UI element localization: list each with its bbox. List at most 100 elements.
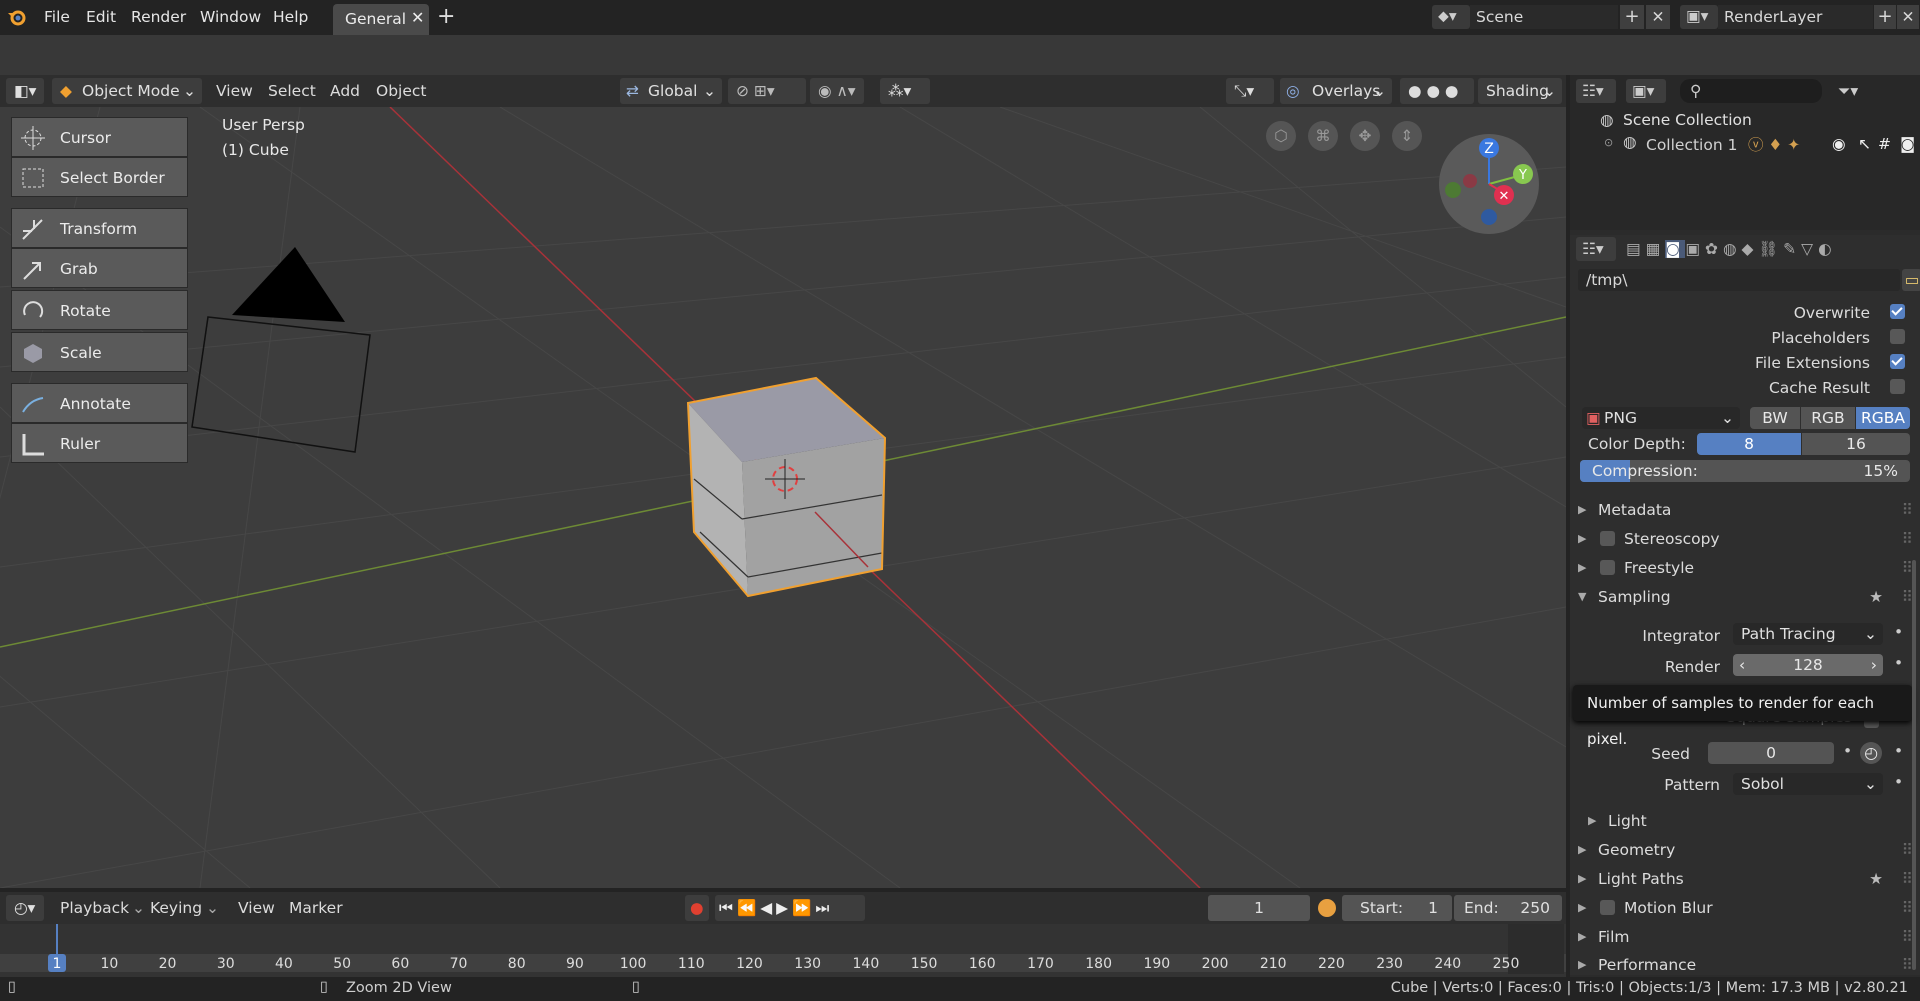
- menu-add[interactable]: Add: [330, 78, 360, 104]
- keyframe-dot-icon[interactable]: •: [1894, 742, 1903, 760]
- tool-rotate[interactable]: Rotate: [11, 290, 188, 330]
- menu-view[interactable]: View: [216, 78, 253, 104]
- start-frame-field[interactable]: Start: 1: [1342, 895, 1452, 921]
- random-seed-clock-icon[interactable]: ◴: [1860, 742, 1882, 764]
- workspace-tab-general[interactable]: General ✕: [333, 4, 429, 35]
- tool-annotate[interactable]: Annotate: [11, 383, 188, 423]
- keyframe-dot-icon[interactable]: •: [1894, 654, 1903, 672]
- perspective-toggle-icon[interactable]: ⌘: [1308, 121, 1338, 151]
- display-mode-icon[interactable]: ▣▾: [1626, 79, 1666, 103]
- expand-icon[interactable]: ⊙: [1604, 136, 1613, 149]
- scene-collection-label[interactable]: Scene Collection: [1623, 111, 1752, 129]
- orientation-dropdown[interactable]: ⇄ Global ⌄: [620, 78, 722, 104]
- menu-keying[interactable]: Keying: [150, 895, 202, 921]
- zoom-view-icon[interactable]: ⇕: [1392, 121, 1422, 151]
- snap-controls[interactable]: ⊘ ⊞▾: [728, 78, 806, 104]
- placeholders-checkbox[interactable]: [1890, 329, 1905, 344]
- remove-renderlayer-icon[interactable]: ✕: [1897, 5, 1919, 29]
- shading-mode-buttons[interactable]: ● ● ●: [1400, 78, 1474, 104]
- menu-render[interactable]: Render: [131, 0, 186, 35]
- section-geometry[interactable]: ▶ Geometry ⠿: [1578, 837, 1913, 863]
- overlays-dropdown[interactable]: ◎ Overlays ⌄: [1280, 78, 1392, 104]
- menu-edit[interactable]: Edit: [86, 0, 116, 35]
- outliner-editor-type-icon[interactable]: ☷▾: [1576, 79, 1616, 103]
- tool-cursor[interactable]: Cursor: [11, 117, 188, 157]
- timeline-editor-type-icon[interactable]: ◴▾: [6, 895, 44, 921]
- tool-ruler[interactable]: Ruler: [11, 423, 188, 463]
- remove-scene-icon[interactable]: ✕: [1646, 5, 1670, 29]
- color-depth-8[interactable]: 8: [1697, 433, 1801, 455]
- menu-select[interactable]: Select: [268, 78, 316, 104]
- menu-playback[interactable]: Playback: [60, 895, 129, 921]
- file-extensions-checkbox[interactable]: [1890, 354, 1905, 369]
- navigation-gizmo[interactable]: Z Y ✕: [1438, 133, 1540, 235]
- playback-controls[interactable]: ⏮⏪◀▶⏩⏭: [715, 895, 865, 921]
- render-samples-field[interactable]: ‹ 128 ›: [1733, 654, 1883, 676]
- editor-type-button[interactable]: ◧▾: [6, 78, 44, 104]
- compression-slider[interactable]: Compression: 15%: [1580, 460, 1910, 482]
- overwrite-checkbox[interactable]: [1890, 304, 1905, 319]
- mode-dropdown[interactable]: ◆ Object Mode ⌄: [52, 78, 202, 104]
- menu-help[interactable]: Help: [273, 0, 308, 35]
- scene-field[interactable]: Scene: [1470, 5, 1618, 29]
- stereoscopy-checkbox[interactable]: [1600, 531, 1615, 546]
- add-renderlayer-icon[interactable]: +: [1874, 5, 1896, 29]
- blender-logo-icon[interactable]: [6, 7, 28, 27]
- scene-selector-button[interactable]: ⬥▾: [1432, 5, 1470, 29]
- seed-field[interactable]: 0: [1708, 742, 1834, 764]
- render-tab-icon[interactable]: ◙: [1665, 240, 1686, 258]
- section-metadata[interactable]: ▶ Metadata ⠿: [1578, 497, 1913, 523]
- record-button[interactable]: ●: [685, 895, 709, 921]
- output-path-field[interactable]: /tmp\: [1578, 269, 1900, 291]
- shading-dropdown[interactable]: Shading ⌄: [1478, 78, 1562, 104]
- collection-label[interactable]: Collection 1: [1646, 136, 1737, 154]
- end-frame-field[interactable]: End: 250: [1454, 895, 1562, 921]
- color-mode-bw[interactable]: BW: [1750, 407, 1800, 429]
- properties-scrollbar[interactable]: [1912, 560, 1916, 970]
- current-frame-field[interactable]: 1: [1208, 895, 1310, 921]
- camera-view-icon[interactable]: ⬡: [1266, 121, 1296, 151]
- motion-blur-checkbox[interactable]: [1600, 900, 1615, 915]
- outliner[interactable]: ☷▾ ▣▾ ⚲ ⏷▾ ◍ Scene Collection ⊙ ◍ Collec…: [1570, 75, 1920, 230]
- section-performance[interactable]: ▶ Performance ⠿: [1578, 952, 1913, 978]
- tool-transform[interactable]: Transform: [11, 208, 188, 248]
- tool-grab[interactable]: Grab: [11, 248, 188, 288]
- color-mode-rgb[interactable]: RGB: [1801, 407, 1855, 429]
- drag-handle-icon[interactable]: ⠿: [1902, 526, 1913, 552]
- preset-star-icon[interactable]: ★: [1869, 584, 1883, 610]
- cache-result-checkbox[interactable]: [1890, 379, 1905, 394]
- decrement-arrow-icon[interactable]: ‹: [1739, 654, 1745, 676]
- freestyle-checkbox[interactable]: [1600, 560, 1615, 575]
- transform-pivot-controls[interactable]: ⁂▾: [880, 78, 930, 104]
- tool-select-border[interactable]: Select Border: [11, 157, 188, 197]
- visibility-eye-icon[interactable]: ◉: [1832, 135, 1846, 153]
- outliner-search-input[interactable]: ⚲: [1680, 79, 1822, 103]
- menu-window[interactable]: Window: [200, 0, 261, 35]
- section-motion-blur[interactable]: ▶ Motion Blur ⠿: [1578, 895, 1913, 921]
- color-depth-16[interactable]: 16: [1802, 433, 1910, 455]
- pattern-dropdown[interactable]: Sobol ⌄: [1733, 773, 1883, 795]
- section-film[interactable]: ▶ Film ⠿: [1578, 924, 1913, 950]
- menu-timeline-view[interactable]: View: [238, 895, 275, 921]
- close-icon[interactable]: ✕: [411, 8, 424, 27]
- pan-view-icon[interactable]: ✥: [1350, 121, 1380, 151]
- renderlayer-field[interactable]: RenderLayer: [1718, 5, 1873, 29]
- filter-icon[interactable]: ⏷▾: [1838, 79, 1882, 103]
- keyframe-dot-icon[interactable]: •: [1894, 773, 1903, 791]
- keyframe-dot-icon[interactable]: •: [1894, 623, 1903, 641]
- proportional-edit-controls[interactable]: ◉ ∧▾: [810, 78, 864, 104]
- section-sampling[interactable]: ▼ Sampling ★ ⠿: [1578, 584, 1913, 610]
- section-light[interactable]: ▶ Light: [1588, 808, 1908, 834]
- keyframe-dot-icon[interactable]: •: [1843, 742, 1852, 760]
- selectable-cursor-icon[interactable]: ↖: [1858, 135, 1871, 153]
- add-workspace-icon[interactable]: +: [437, 4, 455, 29]
- menu-marker[interactable]: Marker: [289, 895, 343, 921]
- section-freestyle[interactable]: ▶ Freestyle ⠿: [1578, 555, 1913, 581]
- folder-icon[interactable]: ▭: [1902, 269, 1920, 291]
- properties-editor-type-icon[interactable]: ☷▾: [1576, 237, 1616, 261]
- menu-object[interactable]: Object: [376, 78, 426, 104]
- render-camera-icon[interactable]: ◙: [1900, 135, 1915, 153]
- increment-arrow-icon[interactable]: ›: [1871, 654, 1877, 676]
- section-stereoscopy[interactable]: ▶ Stereoscopy ⠿: [1578, 526, 1913, 552]
- tool-scale[interactable]: Scale: [11, 332, 188, 372]
